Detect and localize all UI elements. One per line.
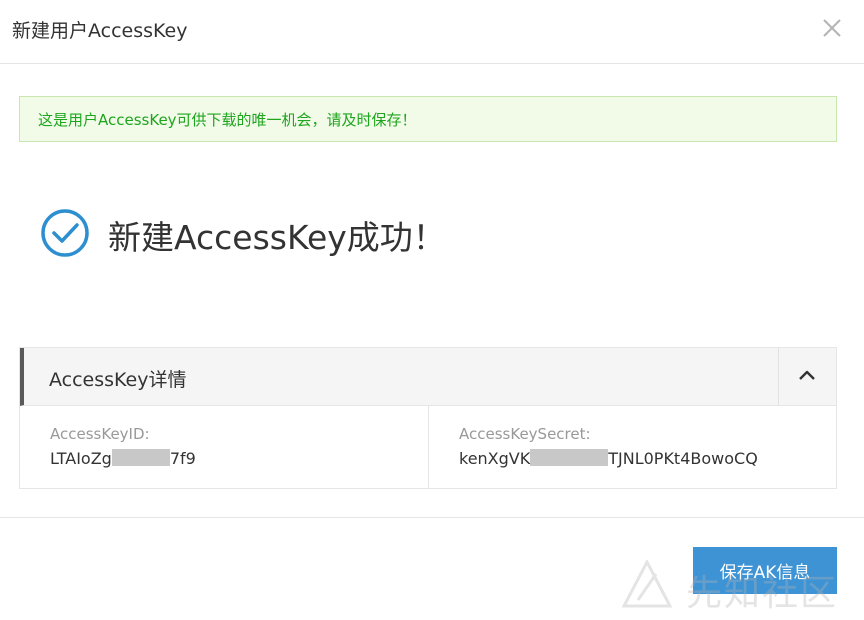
save-warning-alert: 这是用户AccessKey可供下载的唯一机会，请及时保存！ xyxy=(19,96,837,142)
footer-divider xyxy=(0,517,864,518)
redaction-mask xyxy=(530,449,609,466)
check-circle-icon xyxy=(40,208,90,258)
success-message: 新建AccessKey成功！ xyxy=(108,218,446,257)
accesskey-id-label: AccessKeyID: xyxy=(50,425,150,443)
create-accesskey-dialog: 新建用户AccessKey 这是用户AccessKey可供下载的唯一机会，请及时… xyxy=(0,0,864,620)
accesskey-secret-cell: AccessKeySecret: kenXgVK TJNL0PKt4BowoCQ xyxy=(429,406,836,488)
collapse-toggle-button[interactable] xyxy=(778,348,836,405)
accesskey-id-cell: AccessKeyID: LTAIoZg 7f9 xyxy=(20,406,429,488)
accesskey-details-panel: AccessKey详情 AccessKeyID: LTAIoZg 7f9 Acce… xyxy=(19,347,837,489)
dialog-title: 新建用户AccessKey xyxy=(12,20,188,42)
accesskey-id-suffix: 7f9 xyxy=(169,449,196,468)
accesskey-secret-label: AccessKeySecret: xyxy=(459,425,591,443)
watermark-logo-icon xyxy=(621,558,673,608)
close-icon[interactable] xyxy=(820,16,844,40)
chevron-up-icon xyxy=(799,370,815,380)
accesskey-secret-value[interactable]: kenXgVK TJNL0PKt4BowoCQ xyxy=(459,449,758,468)
alert-message: 这是用户AccessKey可供下载的唯一机会，请及时保存！ xyxy=(38,111,417,129)
accesskey-id-prefix: LTAIoZg xyxy=(50,449,112,468)
redaction-mask xyxy=(111,449,170,466)
accesskey-secret-suffix: TJNL0PKt4BowoCQ xyxy=(608,449,758,468)
save-ak-info-button[interactable]: 保存AK信息 xyxy=(693,547,837,594)
panel-header: AccessKey详情 xyxy=(20,348,836,406)
accesskey-secret-prefix: kenXgVK xyxy=(459,449,531,468)
accesskey-id-value[interactable]: LTAIoZg 7f9 xyxy=(50,449,196,468)
panel-title: AccessKey详情 xyxy=(49,369,187,391)
dialog-header: 新建用户AccessKey xyxy=(0,0,864,64)
